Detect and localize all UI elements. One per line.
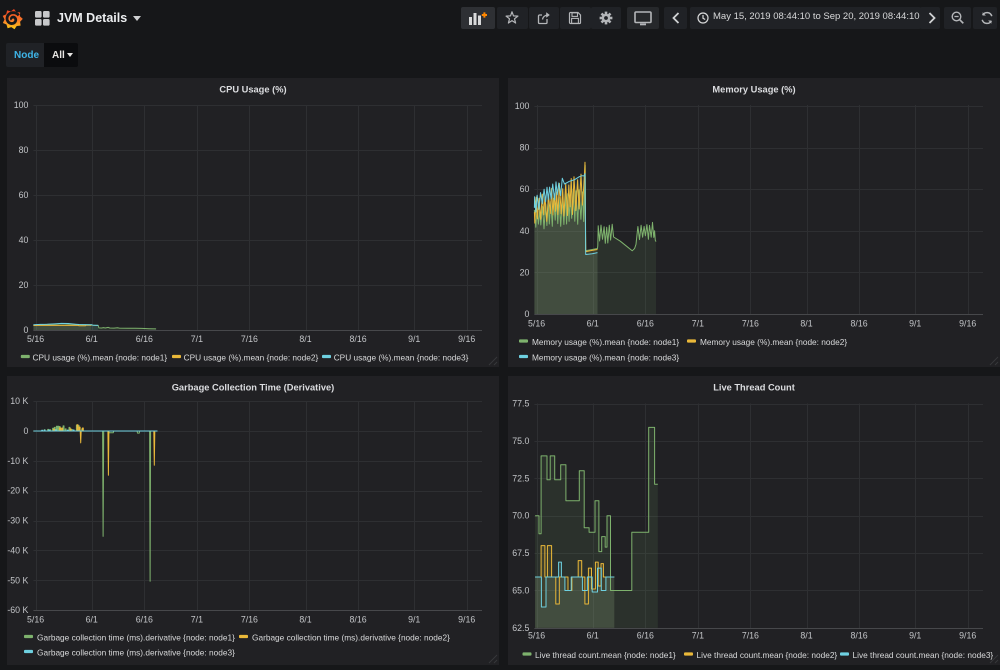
svg-text:9/16: 9/16 [959,631,976,641]
svg-text:67.5: 67.5 [512,548,529,558]
svg-text:6/16: 6/16 [136,615,153,625]
svg-text:5/16: 5/16 [528,631,545,641]
svg-text:10 K: 10 K [10,396,28,406]
svg-text:70.0: 70.0 [512,511,529,521]
svg-text:7/1: 7/1 [692,631,704,641]
svg-text:0: 0 [524,309,529,319]
svg-text:60: 60 [19,190,29,200]
svg-text:9/16: 9/16 [458,334,475,344]
svg-text:7/1: 7/1 [191,615,203,625]
svg-text:Live thread count.mean {node:: Live thread count.mean {node: node1} [535,650,676,660]
svg-text:80: 80 [19,145,29,155]
svg-text:8/16: 8/16 [851,319,868,329]
svg-text:CPU usage (%).mean {node: node: CPU usage (%).mean {node: node3} [334,353,469,363]
svg-text:Live Thread Count: Live Thread Count [713,382,795,392]
svg-text:80: 80 [520,143,530,153]
svg-text:6/1: 6/1 [86,615,98,625]
svg-text:100: 100 [14,100,29,110]
svg-text:Garbage collection time (ms).d: Garbage collection time (ms).derivative … [37,633,235,643]
svg-text:-60 K: -60 K [7,605,28,615]
svg-text:Garbage collection time (ms).d: Garbage collection time (ms).derivative … [252,633,450,643]
svg-text:-10 K: -10 K [7,456,28,466]
svg-text:62.5: 62.5 [512,623,529,633]
svg-text:9/1: 9/1 [909,631,921,641]
svg-text:20: 20 [520,267,530,277]
svg-text:9/1: 9/1 [909,319,921,329]
svg-text:Live thread count.mean {node:: Live thread count.mean {node: node2} [697,650,838,660]
svg-text:65.0: 65.0 [512,586,529,596]
svg-text:8/16: 8/16 [851,631,868,641]
svg-text:7/16: 7/16 [241,334,258,344]
svg-text:5/16: 5/16 [27,334,44,344]
svg-text:CPU usage (%).mean {node: node: CPU usage (%).mean {node: node2} [184,353,319,363]
svg-text:0: 0 [23,426,28,436]
svg-text:8/1: 8/1 [299,615,311,625]
svg-text:6/16: 6/16 [136,334,153,344]
svg-text:9/16: 9/16 [959,319,976,329]
svg-text:7/1: 7/1 [692,319,704,329]
svg-text:8/1: 8/1 [299,334,311,344]
svg-text:100: 100 [515,101,530,111]
svg-text:7/1: 7/1 [191,334,203,344]
svg-text:40: 40 [19,235,29,245]
svg-text:-30 K: -30 K [7,516,28,526]
svg-text:8/1: 8/1 [800,631,812,641]
svg-text:72.5: 72.5 [512,473,529,483]
svg-text:7/16: 7/16 [742,631,759,641]
svg-text:Live thread count.mean {node:: Live thread count.mean {node: node3} [853,650,994,660]
svg-text:8/1: 8/1 [800,319,812,329]
svg-text:Garbage collection time (ms).d: Garbage collection time (ms).derivative … [37,648,235,658]
svg-text:Memory Usage (%): Memory Usage (%) [712,84,795,94]
svg-text:60: 60 [520,184,530,194]
svg-text:-40 K: -40 K [7,545,28,555]
svg-text:5/16: 5/16 [528,319,545,329]
svg-text:40: 40 [520,226,530,236]
svg-text:-50 K: -50 K [7,575,28,585]
svg-text:Garbage Collection Time (Deriv: Garbage Collection Time (Derivative) [172,382,335,392]
svg-text:8/16: 8/16 [350,615,367,625]
svg-text:75.0: 75.0 [512,436,529,446]
svg-text:20: 20 [19,280,29,290]
svg-text:6/1: 6/1 [86,334,98,344]
svg-text:Memory usage (%).mean {node: n: Memory usage (%).mean {node: node1} [532,337,679,347]
svg-text:9/1: 9/1 [408,615,420,625]
svg-text:5/16: 5/16 [27,615,44,625]
svg-text:7/16: 7/16 [742,319,759,329]
svg-text:77.5: 77.5 [512,399,529,409]
svg-text:CPU Usage (%): CPU Usage (%) [219,84,286,94]
svg-text:7/16: 7/16 [241,615,258,625]
svg-text:Memory usage (%).mean {node: n: Memory usage (%).mean {node: node3} [532,353,679,363]
svg-text:6/16: 6/16 [637,631,654,641]
svg-text:6/1: 6/1 [587,319,599,329]
svg-text:6/16: 6/16 [637,319,654,329]
svg-text:-20 K: -20 K [7,486,28,496]
svg-text:9/1: 9/1 [408,334,420,344]
svg-text:Memory usage (%).mean {node: n: Memory usage (%).mean {node: node2} [700,337,847,347]
svg-text:6/1: 6/1 [587,631,599,641]
svg-text:CPU usage (%).mean {node: node: CPU usage (%).mean {node: node1} [33,353,168,363]
svg-text:9/16: 9/16 [458,615,475,625]
svg-text:8/16: 8/16 [350,334,367,344]
